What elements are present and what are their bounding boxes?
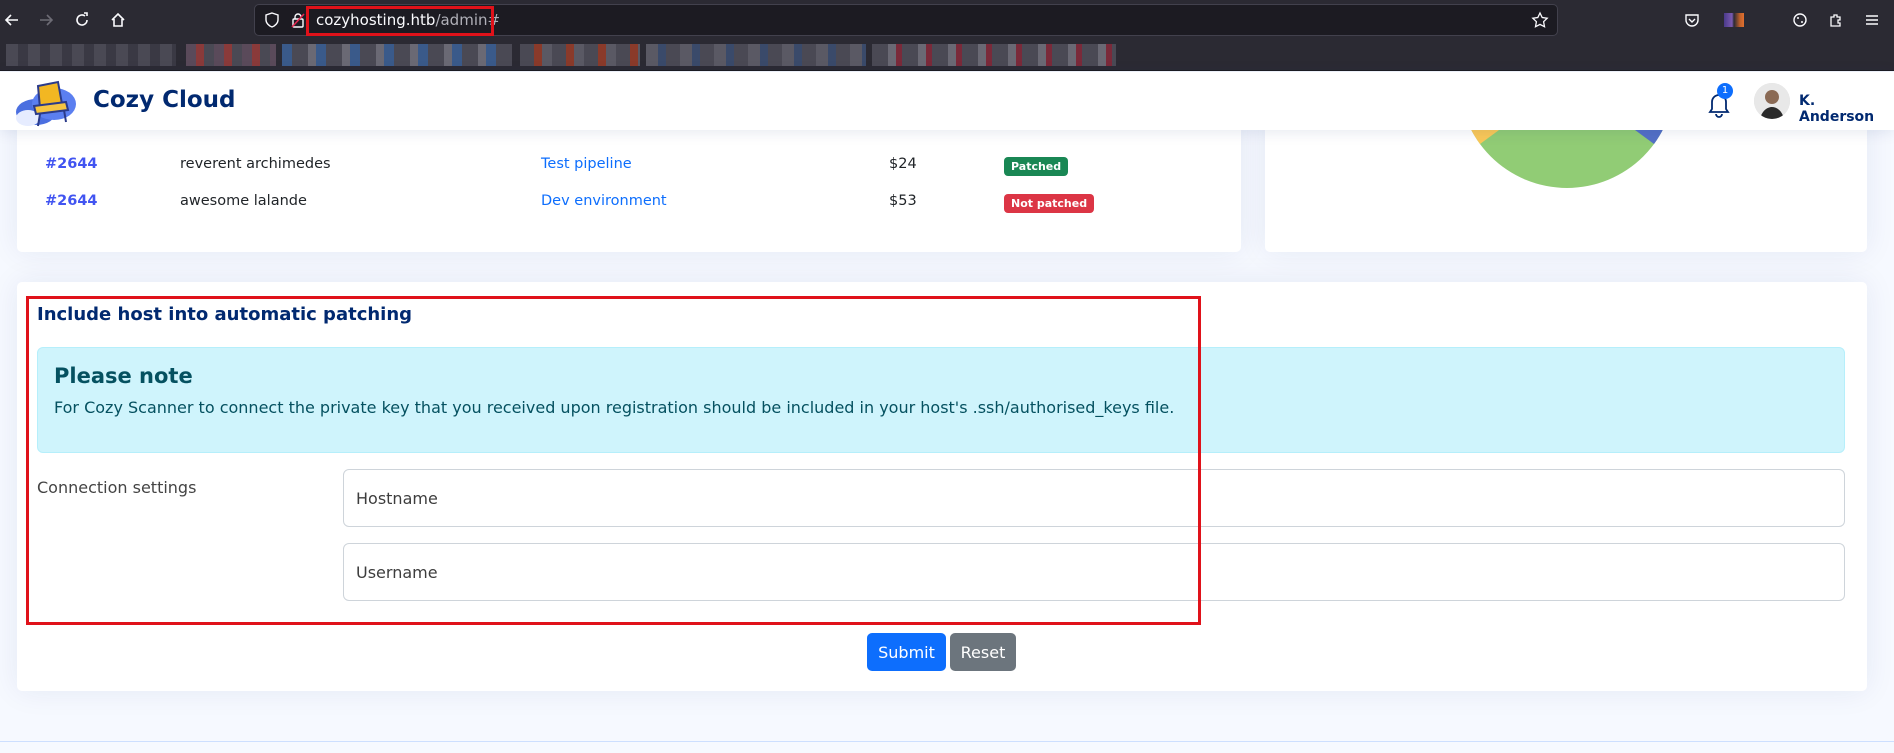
connection-settings-label: Connection settings xyxy=(37,478,197,497)
blurred-bookmarks xyxy=(282,44,512,66)
user-name[interactable]: K. Anderson xyxy=(1799,93,1894,125)
recent-hosts-card: #2644 reverent archimedes Test pipeline … xyxy=(17,110,1241,252)
host-name: awesome lalande xyxy=(180,193,307,209)
project-link[interactable]: Dev environment xyxy=(541,193,667,209)
avatar[interactable] xyxy=(1754,83,1790,119)
blurred-bookmarks xyxy=(646,44,866,66)
alert-heading: Please note xyxy=(54,364,193,388)
project-link[interactable]: Test pipeline xyxy=(541,156,632,172)
back-icon[interactable] xyxy=(0,8,24,32)
app-header xyxy=(0,72,1894,130)
reload-icon[interactable] xyxy=(70,8,94,32)
alert-text: For Cozy Scanner to connect the private … xyxy=(54,398,1175,417)
section-title: Include host into automatic patching xyxy=(37,304,413,325)
username-input[interactable] xyxy=(343,543,1845,601)
table-row: #2644 reverent archimedes Test pipeline … xyxy=(17,150,1241,180)
cookie-icon[interactable] xyxy=(1788,8,1812,32)
info-alert: Please note For Cozy Scanner to connect … xyxy=(37,347,1845,453)
price: $53 xyxy=(889,193,917,209)
price: $24 xyxy=(889,156,917,172)
table-row: #2644 awesome lalande Dev environment $5… xyxy=(17,187,1241,217)
host-name: reverent archimedes xyxy=(180,156,331,172)
pie-chart xyxy=(1463,110,1671,188)
pocket-icon[interactable] xyxy=(1680,8,1704,32)
extension-icon[interactable] xyxy=(1722,8,1746,32)
host-id-link[interactable]: #2644 xyxy=(45,193,98,209)
cozy-cloud-logo[interactable] xyxy=(14,74,84,130)
submit-button[interactable]: Submit xyxy=(867,633,946,671)
forward-icon[interactable] xyxy=(34,8,58,32)
shield-icon[interactable] xyxy=(260,8,284,32)
blurred-bookmarks xyxy=(6,44,176,66)
host-id-link[interactable]: #2644 xyxy=(45,156,98,172)
url-highlight-box xyxy=(306,6,494,36)
blurred-bookmarks xyxy=(520,44,640,66)
menu-hamburger-icon[interactable] xyxy=(1860,8,1884,32)
blurred-bookmarks xyxy=(872,44,1116,66)
footer-divider xyxy=(0,741,1894,742)
notification-count-badge[interactable]: 1 xyxy=(1717,83,1733,99)
extensions-puzzle-icon[interactable] xyxy=(1824,8,1848,32)
brand-name[interactable]: Cozy Cloud xyxy=(93,87,235,113)
reset-button[interactable]: Reset xyxy=(950,633,1016,671)
blurred-bookmarks xyxy=(186,44,276,66)
home-icon[interactable] xyxy=(106,8,130,32)
status-badge: Not patched xyxy=(1004,194,1095,213)
hostname-input[interactable] xyxy=(343,469,1845,527)
pie-chart-card xyxy=(1265,110,1867,252)
status-badge: Patched xyxy=(1004,157,1069,176)
bookmark-star-icon[interactable] xyxy=(1528,8,1552,32)
